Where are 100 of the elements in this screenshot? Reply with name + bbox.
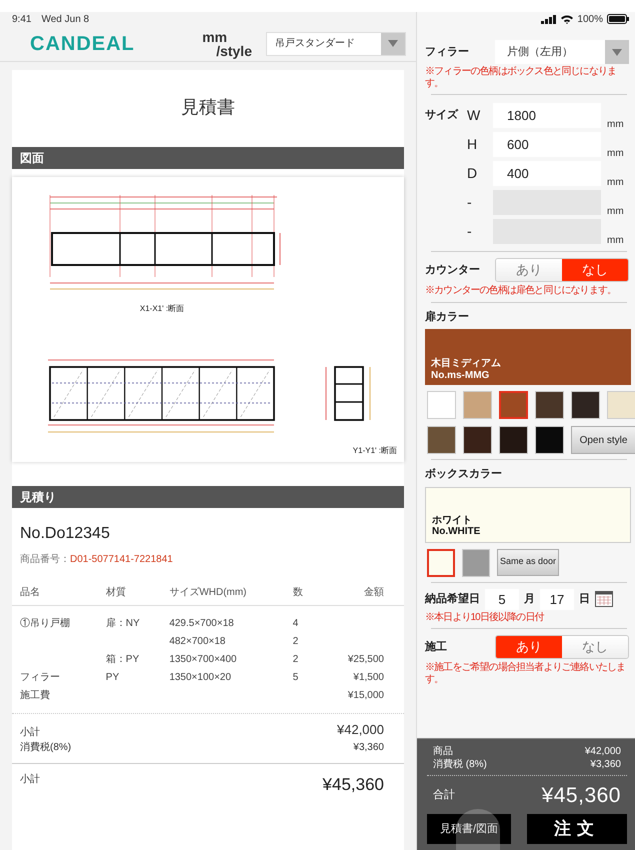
table-cell: 扉：NY	[98, 606, 162, 633]
estimate-button[interactable]: 見積書/図面	[427, 814, 511, 844]
table-cell-text: ¥25,500	[346, 653, 385, 667]
table-cell-text: 2	[292, 635, 300, 649]
section-label: ボックスカラー	[425, 467, 503, 482]
drawing-caption: Y1-Y1' :断面	[352, 446, 397, 455]
unit-label: mm	[607, 176, 624, 190]
size-field[interactable]: 1800	[493, 103, 601, 128]
battery-icon	[607, 14, 629, 24]
note-text: ※カウンターの色柄は扉色と同じになります。	[425, 285, 618, 296]
color-swatch[interactable]	[571, 391, 600, 419]
unit-label: mm	[607, 234, 624, 248]
subtotal-value: ¥3,360	[353, 740, 384, 754]
size-field[interactable]: 600	[493, 132, 601, 157]
column-header: サイズWHD(mm)	[161, 583, 285, 606]
subtotal-value: ¥42,000	[337, 721, 384, 739]
open-style-button[interactable]: Open style	[571, 426, 635, 454]
logo: CANDEAL	[30, 32, 135, 56]
section-drawing	[326, 366, 370, 421]
axis-label: D	[467, 164, 478, 183]
day-field[interactable]: 17	[540, 588, 574, 610]
table-cell: 429.5×700×18	[161, 606, 285, 633]
total-label: 小計	[20, 772, 40, 786]
note-text: ※施工をご希望の場合担当者よりご連絡いたします。	[425, 662, 626, 685]
note-text: ※フィラーの色柄はボックス色と同じになります。	[425, 66, 618, 89]
field-label: フィラー	[425, 44, 469, 60]
section-heading: 見積り	[12, 486, 404, 508]
drawing-caption: X1-X1' :断面	[140, 304, 184, 313]
color-swatch[interactable]	[535, 391, 564, 419]
size-field[interactable]: 400	[493, 161, 601, 186]
table-cell-text: 施工費	[19, 688, 51, 703]
color-swatch[interactable]	[499, 426, 528, 454]
total-label: 合計	[433, 788, 455, 803]
total-value: ¥45,360	[542, 782, 621, 808]
segment-option[interactable]: あり	[496, 636, 562, 658]
unit-label: mm	[607, 118, 624, 132]
battery-level: 100%	[577, 12, 603, 26]
summary-label: 商品	[433, 744, 453, 758]
note-text: ※本日より10日後以降の日付	[425, 612, 546, 623]
summary-value: ¥3,360	[590, 758, 621, 770]
column-header: 品名	[12, 583, 98, 606]
axis-label: W	[467, 106, 482, 125]
section-label: 扉カラー	[425, 310, 470, 324]
total-value: ¥45,360	[322, 774, 384, 796]
color-swatch[interactable]	[462, 548, 490, 576]
caret-icon	[388, 40, 398, 47]
section-heading: 図面	[12, 147, 404, 169]
caret-icon	[612, 48, 622, 56]
unit-label: mm	[607, 147, 624, 161]
field-label: カウンター	[425, 262, 480, 278]
table-cell-text: 5	[292, 671, 300, 685]
color-preview: ホワイト No.WHITE	[425, 486, 631, 542]
color-preview: 木目ミディアム No.ms-MMG	[425, 329, 631, 385]
table-cell: 4	[284, 606, 316, 633]
status-time: 9:41	[12, 12, 32, 26]
status-date: Wed Jun 8	[41, 12, 90, 26]
field-label: 納品希望日	[425, 592, 480, 607]
wifi-icon	[561, 14, 574, 24]
field-label: 施工	[425, 640, 447, 655]
column-header: 数	[284, 583, 316, 606]
segment-option[interactable]: あり	[496, 259, 562, 281]
table-cell-text: ¥1,500	[352, 671, 385, 685]
color-swatch[interactable]	[499, 391, 528, 419]
table-cell-text: PY	[104, 671, 120, 685]
estimate-number: No.Do12345	[20, 524, 111, 544]
table-cell: ①吊り戸棚	[12, 606, 98, 633]
table-cell-text: 482×700×18	[168, 635, 226, 649]
color-swatch[interactable]	[463, 426, 492, 454]
subtotal-label: 小計	[20, 726, 40, 740]
unit-label: 日	[579, 592, 590, 607]
color-swatch[interactable]	[427, 548, 455, 576]
table-cell-text: 1350×100×20	[168, 671, 232, 685]
summary-label: 消費税 (8%)	[433, 758, 487, 770]
unit-label: 月	[524, 592, 535, 607]
product-code: 商品番号：D01-5077141-7221841	[20, 552, 174, 567]
month-field[interactable]: 5	[485, 588, 519, 610]
axis-label: H	[467, 135, 478, 154]
color-swatch[interactable]	[463, 391, 492, 419]
axis-label: -	[467, 222, 473, 241]
calendar-icon[interactable]	[595, 591, 613, 607]
field-label: サイズ	[425, 108, 460, 124]
table-cell-text: ¥15,000	[346, 689, 385, 703]
same-as-door-button[interactable]: Same as door	[497, 548, 559, 576]
subtotal-label: 消費税(8%)	[20, 740, 72, 754]
color-swatch[interactable]	[535, 426, 564, 454]
order-button[interactable]: 注文	[527, 814, 627, 844]
table-cell-text: 1350×700×400	[168, 653, 238, 667]
signal-icon	[541, 14, 558, 24]
column-header: 材質	[98, 583, 162, 606]
color-swatch[interactable]	[427, 426, 456, 454]
color-swatch[interactable]	[427, 391, 456, 419]
brand-logo: mm /style	[202, 30, 252, 58]
table-cell-text: フィラー	[19, 671, 61, 685]
filler-dropdown[interactable]: 片側（左用）	[495, 40, 629, 64]
segment-option[interactable]: なし	[562, 259, 628, 281]
table-cell-text: 箱：PY	[104, 653, 140, 667]
segment-option[interactable]: なし	[562, 636, 628, 658]
color-swatch[interactable]	[607, 391, 635, 419]
product-dropdown[interactable]: 吊戸スタンダード	[266, 32, 406, 56]
summary-value: ¥42,000	[584, 744, 621, 758]
